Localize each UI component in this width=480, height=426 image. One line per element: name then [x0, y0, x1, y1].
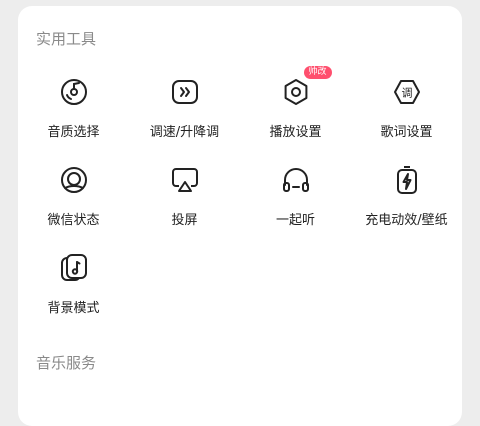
charging-icon [391, 164, 423, 196]
tool-label: 歌词设置 [380, 125, 433, 140]
svg-text:调: 调 [401, 87, 412, 100]
new-badge: 帅改 [303, 66, 332, 79]
section-title-music-services: 音乐服务 [36, 354, 97, 372]
tool-label: 播放设置 [269, 125, 322, 140]
cast-icon [169, 164, 201, 196]
tool-label: 投屏 [171, 213, 198, 228]
tool-background-mode[interactable]: 背景模式 [18, 252, 129, 324]
vinyl-disc-icon [58, 76, 90, 108]
tool-wechat-status[interactable]: 微信状态 [18, 164, 129, 236]
headphones-icon [280, 164, 312, 196]
tool-label: 调速/升降调 [149, 125, 220, 140]
tool-listen-together[interactable]: 一起听 [240, 164, 351, 236]
tool-speed-pitch[interactable]: 调速/升降调 [129, 76, 240, 148]
hexagon-settings-icon: 帅改 [280, 66, 332, 108]
lyrics-icon: 调 [391, 76, 423, 108]
tool-playback-settings[interactable]: 帅改 播放设置 [240, 66, 351, 148]
tools-card: 实用工具 音质选择 调速/升降调 帅改 播放设置 调 歌词设置 微信状态 投屏 … [18, 6, 462, 426]
tool-label: 背景模式 [47, 301, 100, 316]
tool-cast[interactable]: 投屏 [129, 164, 240, 236]
tool-lyrics-settings[interactable]: 调 歌词设置 [351, 76, 462, 148]
section-title-tools: 实用工具 [36, 30, 97, 48]
background-mode-icon [58, 252, 90, 284]
tool-label: 一起听 [275, 213, 315, 228]
tool-charging-wallpaper[interactable]: 充电动效/壁纸 [351, 164, 462, 236]
tool-audio-quality[interactable]: 音质选择 [18, 76, 129, 148]
tool-label: 微信状态 [47, 213, 100, 228]
speed-icon [169, 76, 201, 108]
wechat-status-icon [58, 164, 90, 196]
tool-label: 音质选择 [47, 125, 100, 140]
tool-label: 充电动效/壁纸 [365, 213, 448, 228]
